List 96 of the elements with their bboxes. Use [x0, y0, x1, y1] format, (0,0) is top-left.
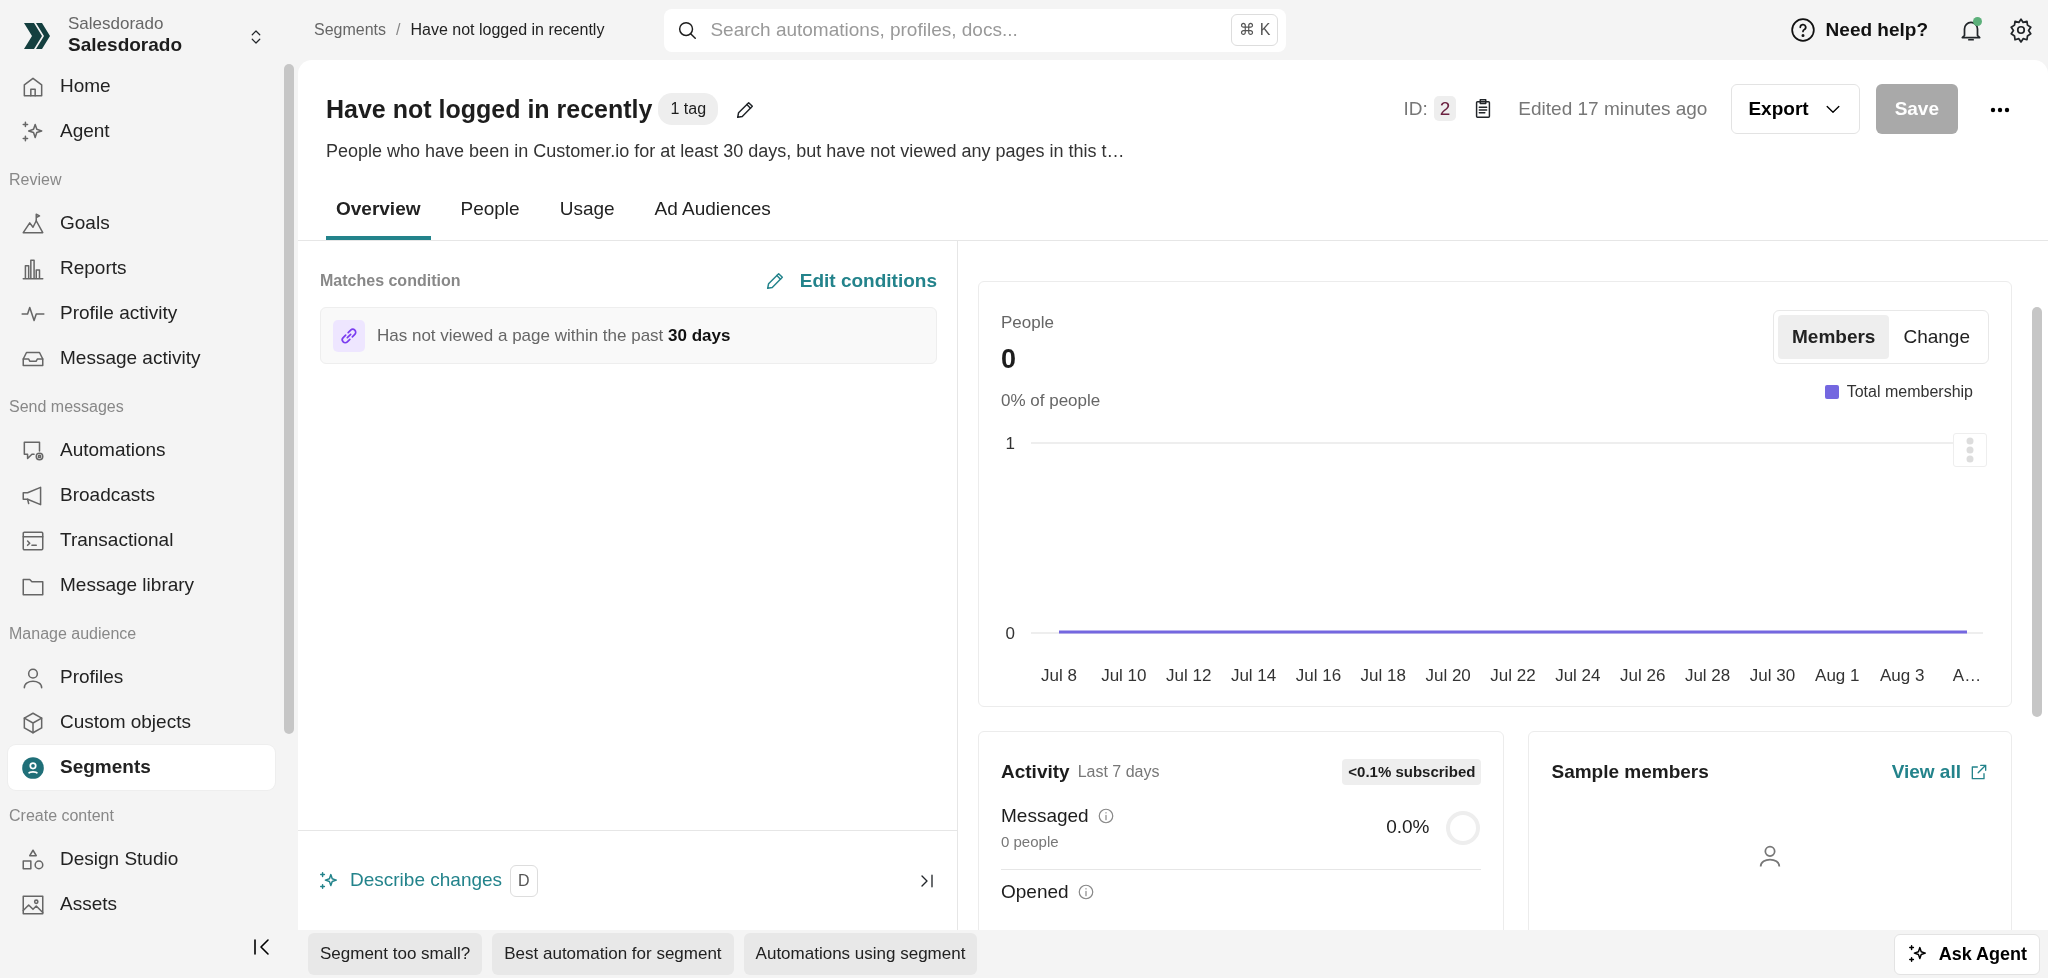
- sidebar-item[interactable]: Design Studio: [8, 837, 275, 882]
- x-tick-label: Jul 26: [1620, 666, 1666, 685]
- x-tick-label: A…: [1952, 666, 1982, 685]
- x-tick-label: Jul 16: [1295, 666, 1342, 685]
- sidebar-item[interactable]: Home: [8, 64, 275, 109]
- sidebar-item[interactable]: Profile activity: [8, 291, 275, 336]
- x-tick-label: Jul 14: [1230, 666, 1277, 685]
- keyboard-shortcut: D: [510, 864, 538, 897]
- x-tick-label: Jul 8: [1041, 666, 1077, 685]
- sidebar-item[interactable]: Transactional: [8, 518, 275, 563]
- export-button[interactable]: Export: [1731, 84, 1860, 134]
- x-tick-label: Jul 24: [1555, 666, 1601, 685]
- condition-text: Has not viewed a page within the past 30 days: [377, 324, 731, 347]
- card-title: Activity: [1001, 759, 1070, 784]
- description: People who have been in Customer.io for at least 30 days, but have not viewed any pages in this t…: [326, 140, 1126, 163]
- workspace-name: Salesdorado: [68, 33, 184, 57]
- tab[interactable]: Usage: [549, 187, 625, 240]
- sparkle-icon: [1906, 943, 1929, 965]
- y-tick-label: 1: [1005, 434, 1015, 453]
- notifications-button[interactable]: [1958, 17, 1984, 43]
- edit-conditions-link[interactable]: Edit conditions: [763, 266, 937, 295]
- sidebar-item[interactable]: Reports: [8, 246, 275, 291]
- sidebar-item[interactable]: Profiles: [8, 655, 275, 700]
- view-all-link[interactable]: View all: [1891, 757, 1989, 786]
- help-icon: [1789, 17, 1816, 43]
- suggestion-chip[interactable]: Automations using segment: [743, 933, 978, 975]
- suggestion-chip[interactable]: Best automation for segment: [492, 933, 734, 975]
- scrollbar[interactable]: [2032, 306, 2042, 717]
- tag-count: 1 tag: [658, 93, 719, 125]
- id-value: 2: [1433, 95, 1457, 121]
- sparkle-icon: [318, 869, 340, 892]
- workspace-label: Salesdorado: [68, 15, 165, 34]
- metric-subtext: 0% of people: [1001, 389, 1101, 412]
- sidebar-item[interactable]: Segments: [8, 745, 275, 790]
- logo-icon: [22, 21, 52, 51]
- sidebar-item[interactable]: Custom objects: [8, 700, 275, 745]
- info-icon: [1076, 883, 1095, 902]
- more-icon: [1990, 106, 2010, 113]
- sidebar-section-title: Send messages: [8, 397, 125, 417]
- sidebar-item[interactable]: Message library: [8, 563, 275, 608]
- search-icon: [676, 19, 699, 41]
- tab[interactable]: People: [450, 187, 530, 240]
- scrollbar[interactable]: [284, 64, 294, 734]
- settings-icon: [2008, 17, 2034, 43]
- help-button[interactable]: Need help?: [1783, 14, 1934, 46]
- card-title: Sample members: [1551, 759, 1709, 784]
- metric-count: 0 people: [1001, 831, 1060, 852]
- x-tick-label: Jul 30: [1749, 666, 1796, 685]
- info-icon: [1096, 807, 1115, 826]
- toggle-option[interactable]: Members: [1778, 314, 1890, 359]
- suggestion-chip[interactable]: Segment too small?: [308, 933, 483, 975]
- metric-name: Opened: [1001, 880, 1069, 904]
- x-tick-label: Jul 12: [1166, 666, 1212, 685]
- legend-label: Total membership: [1846, 382, 1973, 402]
- x-tick-label: Jul 28: [1684, 666, 1731, 685]
- x-tick-label: Jul 10: [1101, 666, 1147, 685]
- period-label: Last 7 days: [1077, 761, 1160, 782]
- search-field[interactable]: Search automations, profiles, docs... ⌘ K: [664, 8, 1287, 52]
- x-tick-label: Jul 20: [1425, 666, 1471, 685]
- breadcrumb-current: Have not logged in recently: [410, 20, 605, 40]
- breadcrumb-separator: /: [396, 20, 401, 40]
- user-circle-icon: [20, 754, 46, 781]
- ask-agent-button[interactable]: Ask Agent: [1893, 933, 2040, 975]
- sidebar-item[interactable]: Goals: [8, 201, 275, 246]
- tab[interactable]: Ad Audiences: [644, 187, 781, 240]
- settings-button[interactable]: [2008, 17, 2034, 43]
- x-tick-label: Jul 22: [1490, 666, 1536, 685]
- more-vertical-icon: [1966, 437, 1974, 463]
- metric-label: People: [1001, 311, 1055, 334]
- x-tick-label: Jul 18: [1360, 666, 1406, 685]
- sidebar-section-title: Review: [8, 170, 63, 190]
- keyboard-shortcut: ⌘ K: [1231, 14, 1279, 46]
- id-label: ID:: [1403, 97, 1428, 119]
- metric-value: 0: [1001, 343, 1018, 376]
- edited-time: Edited 17 minutes ago: [1518, 96, 1708, 121]
- sidebar-item[interactable]: Broadcasts: [8, 473, 275, 518]
- breadcrumb-link[interactable]: Segments: [314, 18, 387, 42]
- x-tick-label: Aug 3: [1879, 666, 1925, 685]
- sidebar-item[interactable]: Assets: [8, 882, 275, 927]
- tab[interactable]: Overview: [326, 187, 431, 240]
- search-input[interactable]: Search automations, profiles, docs...: [708, 14, 1222, 46]
- toggle-option[interactable]: Change: [1889, 314, 1984, 359]
- metric-name: Messaged: [1001, 804, 1089, 828]
- page-title: Have not logged in recently: [326, 94, 653, 124]
- sidebar-item[interactable]: Agent: [8, 109, 275, 154]
- section-label: Matches condition: [320, 270, 461, 291]
- sidebar-section-title: Manage audience: [8, 624, 138, 644]
- describe-changes-button[interactable]: Describe changes: [318, 866, 503, 895]
- metric-rate: 0.0%: [1386, 815, 1430, 840]
- subscribed-badge: <0.1% subscribed: [1342, 758, 1482, 785]
- y-tick-label: 0: [1005, 624, 1015, 643]
- sidebar-section-title: Create content: [8, 806, 115, 826]
- sidebar-item[interactable]: Automations: [8, 428, 275, 473]
- x-tick-label: Aug 1: [1815, 666, 1860, 685]
- sidebar-item[interactable]: Message activity: [8, 336, 275, 381]
- link-icon: [333, 319, 365, 352]
